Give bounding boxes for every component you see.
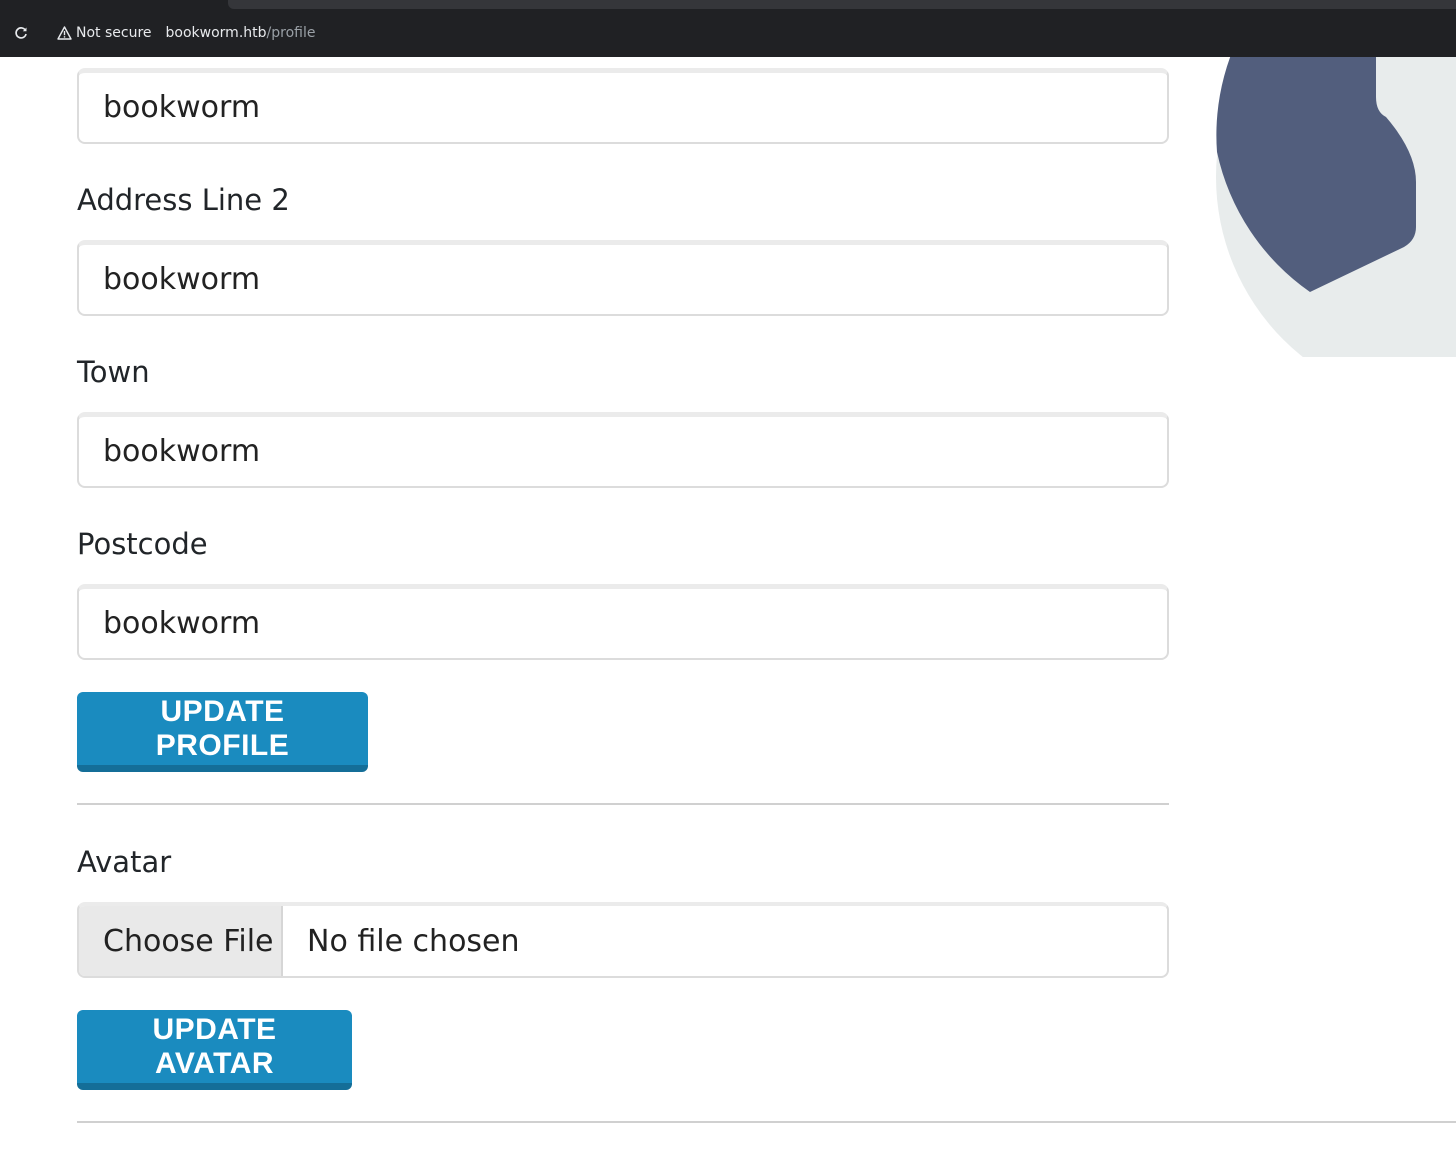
choose-file-button[interactable]: Choose File bbox=[79, 906, 283, 976]
url-host: bookworm.htb bbox=[165, 25, 267, 41]
update-avatar-button[interactable]: UPDATE AVATAR bbox=[77, 1010, 352, 1090]
tab-strip bbox=[228, 0, 1456, 9]
avatar-file-input[interactable]: Choose File No file chosen bbox=[77, 902, 1169, 978]
postcode-label: Postcode bbox=[77, 527, 208, 561]
address-line-2-label: Address Line 2 bbox=[77, 183, 290, 217]
url-path: /profile bbox=[266, 25, 316, 41]
profile-page: Address Line 2 Town Postcode UPDATE PROF… bbox=[0, 57, 1456, 1168]
warning-triangle-icon bbox=[56, 25, 72, 41]
not-secure-label: Not secure bbox=[76, 25, 152, 41]
town-input[interactable] bbox=[77, 412, 1169, 488]
file-status-text: No file chosen bbox=[307, 923, 520, 959]
update-profile-button[interactable]: UPDATE PROFILE bbox=[77, 692, 368, 772]
section-divider bbox=[77, 803, 1169, 805]
avatar-image bbox=[1216, 57, 1456, 357]
reload-icon[interactable] bbox=[10, 22, 32, 44]
avatar-label: Avatar bbox=[77, 845, 172, 879]
address-bar[interactable]: Not secure bookworm.htb /profile bbox=[46, 18, 315, 48]
address-line-1-input[interactable] bbox=[77, 68, 1169, 144]
bottom-divider bbox=[77, 1121, 1456, 1123]
postcode-input[interactable] bbox=[77, 584, 1169, 660]
town-label: Town bbox=[77, 355, 150, 389]
address-line-2-input[interactable] bbox=[77, 240, 1169, 316]
browser-toolbar: Not secure bookworm.htb /profile bbox=[0, 0, 1456, 57]
